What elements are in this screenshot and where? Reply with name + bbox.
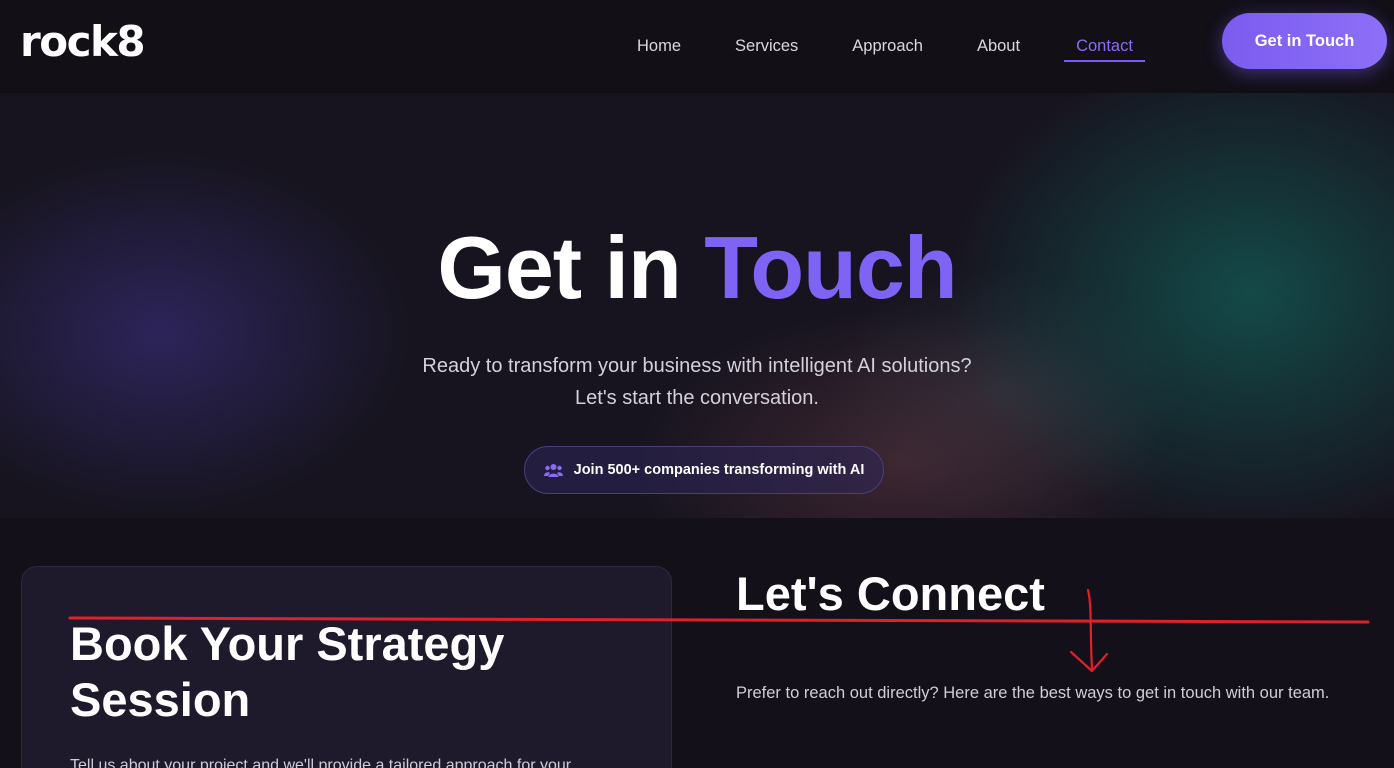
- hero-subtitle-line2: Let's start the conversation.: [575, 387, 819, 409]
- nav-link-approach[interactable]: Approach: [825, 0, 950, 93]
- badge-text: Join 500+ companies transforming with AI: [573, 462, 865, 478]
- social-proof-badge: Join 500+ companies transforming with AI: [524, 446, 884, 494]
- hero-title: Get in Touch: [0, 220, 1394, 316]
- brand-logo[interactable]: rock8: [20, 18, 146, 66]
- nav-link-about[interactable]: About: [950, 0, 1047, 93]
- hero-subtitle-line1: Ready to transform your business with in…: [422, 355, 972, 377]
- hero-section: Get in Touch Ready to transform your bus…: [0, 93, 1394, 518]
- nav-link-contact[interactable]: Contact: [1064, 0, 1145, 93]
- hero-subtitle: Ready to transform your business with in…: [0, 350, 1394, 414]
- booking-description: Tell us about your project and we'll pro…: [70, 757, 572, 768]
- users-icon: [543, 463, 563, 478]
- hero-title-main: Get in: [437, 218, 681, 317]
- booking-title: Book Your Strategy Session: [70, 617, 505, 726]
- connect-description: Prefer to reach out directly? Here are t…: [736, 684, 1330, 702]
- connect-title: Let's Connect: [736, 567, 1045, 620]
- nav-link-home[interactable]: Home: [610, 0, 708, 93]
- get-in-touch-button[interactable]: Get in Touch: [1222, 13, 1387, 69]
- main-nav: Home Services Approach About Contact: [610, 0, 1145, 93]
- top-navbar: rock8 Home Services Approach About Conta…: [0, 0, 1394, 93]
- hero-title-accent: Touch: [704, 218, 957, 317]
- nav-link-services[interactable]: Services: [708, 0, 825, 93]
